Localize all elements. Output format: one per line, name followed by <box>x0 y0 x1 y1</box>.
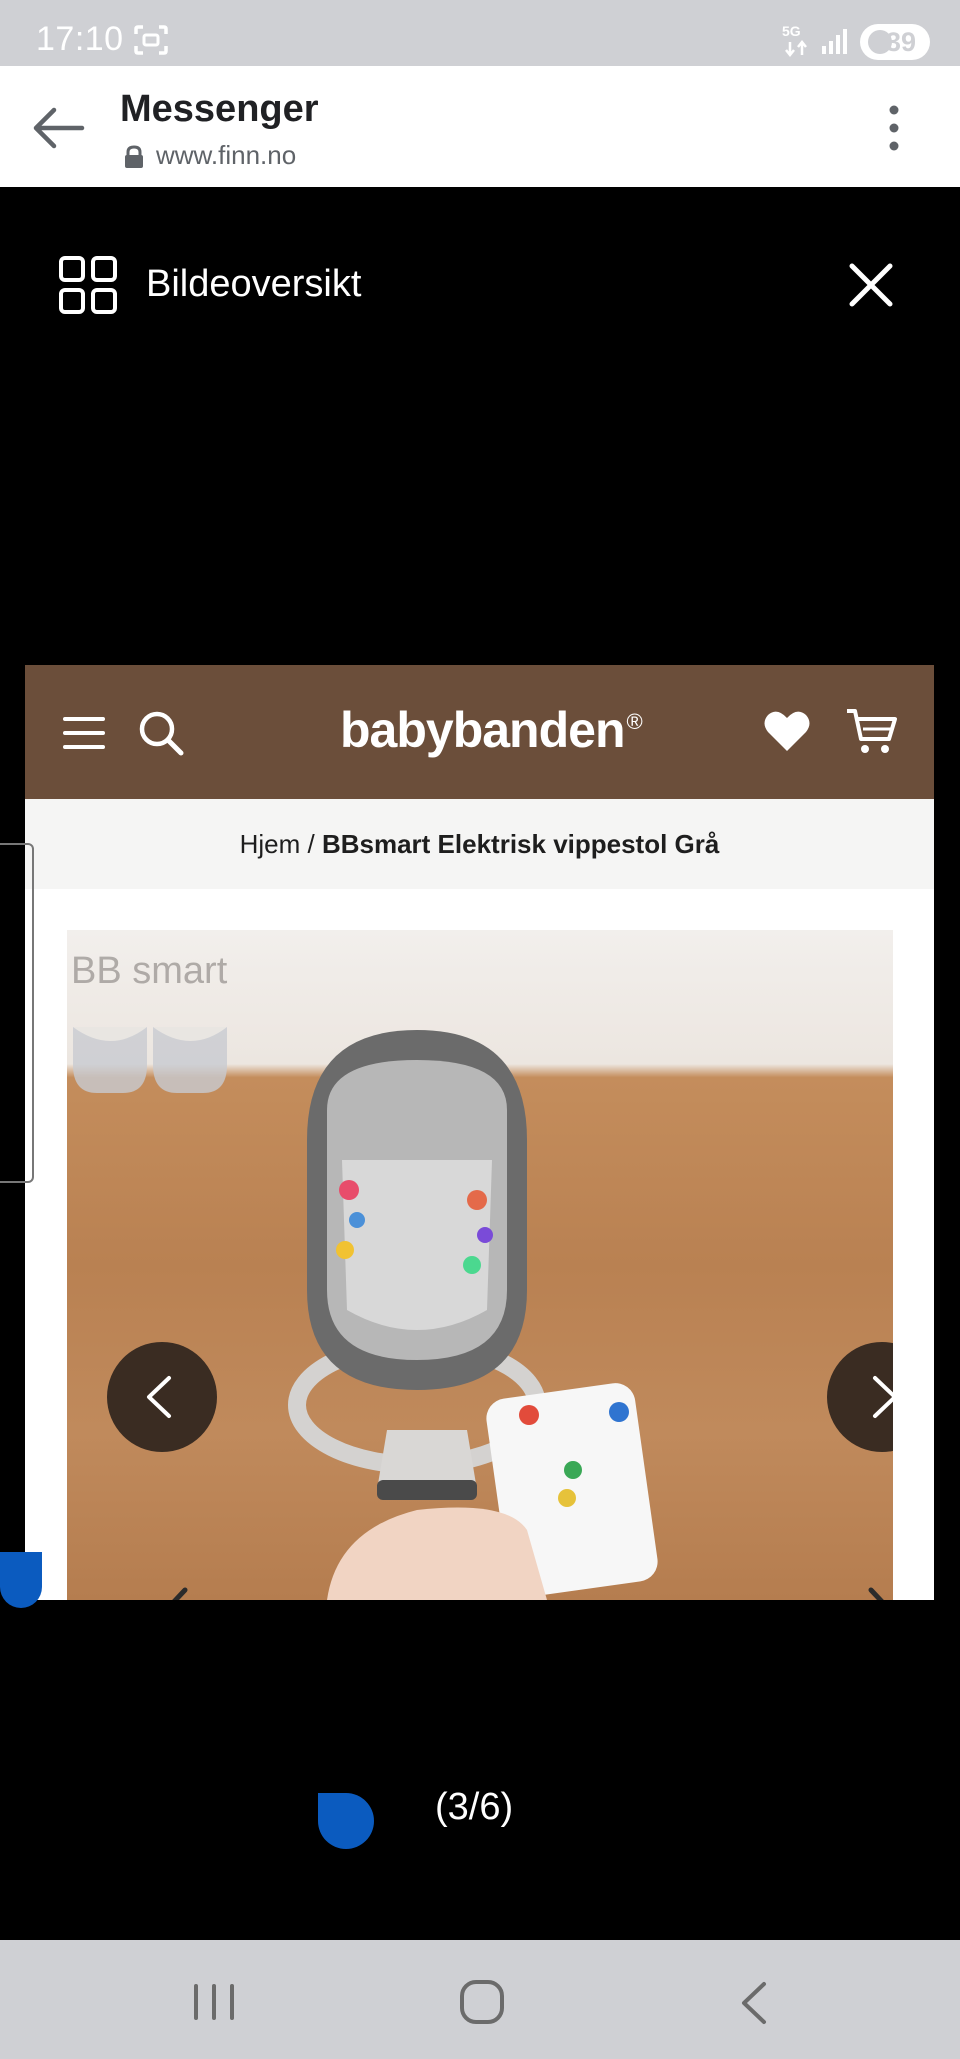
breadcrumb: Hjem / BBsmart Elektrisk vippestol Grå <box>25 799 934 889</box>
site-logo-text: babybanden <box>340 702 625 758</box>
chevron-right-icon <box>873 1376 893 1418</box>
side-panel-tab <box>0 843 34 1183</box>
gallery-next-button[interactable] <box>827 1342 893 1452</box>
product-photo: BB smart <box>67 930 893 1600</box>
close-button[interactable] <box>846 258 896 312</box>
breadcrumb-separator: / <box>300 829 322 859</box>
lock-icon <box>125 145 143 168</box>
system-back-button[interactable] <box>734 1980 774 2026</box>
chat-widget-tab[interactable] <box>0 1552 42 1608</box>
more-options-button[interactable] <box>876 98 912 158</box>
chat-bubble[interactable] <box>318 1793 374 1849</box>
arrow-left-icon <box>33 107 85 149</box>
home-button[interactable] <box>458 1978 506 2026</box>
menu-icon <box>63 717 105 749</box>
system-navigation-bar <box>0 1940 960 2059</box>
image-overview-button[interactable]: Bildeoversikt <box>58 255 398 319</box>
network-5g-icon: 5G <box>782 23 807 58</box>
brand-mark-graphic <box>73 1027 227 1093</box>
registered-mark: ® <box>626 709 642 735</box>
recent-apps-button[interactable] <box>190 1982 238 2022</box>
image-overview-label: Bildeoversikt <box>146 263 362 305</box>
battery-level: 39 <box>886 27 917 57</box>
site-header: babybanden® <box>25 665 934 799</box>
image-counter: (3/6) <box>435 1786 514 1828</box>
grid-icon <box>59 256 117 314</box>
status-time: 17:10 <box>36 20 124 58</box>
battery-indicator: 39 <box>860 24 930 60</box>
screenshot-icon <box>134 25 168 55</box>
baby-swing-image <box>288 1030 658 1600</box>
breadcrumb-current: BBsmart Elektrisk vippestol Grå <box>321 829 720 859</box>
site-logo: babybanden® <box>340 701 643 759</box>
breadcrumb-home: Hjem <box>239 829 301 859</box>
browser-header: Messenger www.finn.no <box>0 66 960 187</box>
search-icon <box>139 711 184 756</box>
gallery-previous-button[interactable] <box>107 1342 217 1452</box>
page-title: Messenger <box>120 88 319 130</box>
url-text[interactable]: www.finn.no <box>156 140 296 171</box>
signal-icon <box>822 29 847 54</box>
slide-next-arrow <box>868 1587 884 1600</box>
close-icon <box>849 263 893 307</box>
status-bar: 17:10 5G 39 <box>0 0 960 66</box>
back-button[interactable] <box>28 98 88 158</box>
chevron-left-icon <box>147 1376 171 1418</box>
cart-icon <box>847 709 897 753</box>
slide-previous-arrow <box>172 1587 188 1600</box>
heart-icon <box>764 711 810 751</box>
product-image: babybanden® Hjem / BBsmart Elektrisk vip… <box>25 665 934 1600</box>
network-type-text: 5G <box>782 23 801 39</box>
photo-brand-text: BB smart <box>71 950 228 992</box>
